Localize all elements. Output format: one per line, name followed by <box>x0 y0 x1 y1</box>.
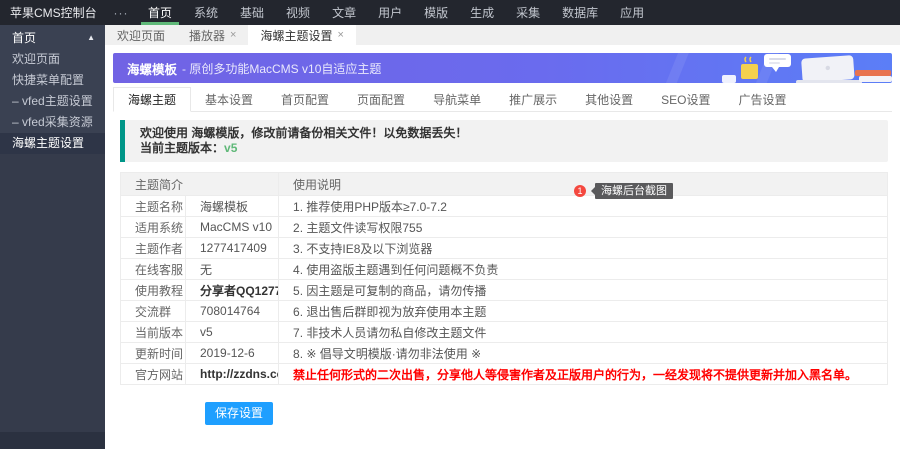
table-row: 交流群7080147646. 退出售后群即视为放弃使用本主题 <box>121 301 888 322</box>
banner-subtitle: - 原创多功能MacCMS v10自适应主题 <box>182 60 381 77</box>
theme-info-table: 主题简介 使用说明 主题名称海螺模板1. 推荐使用PHP版本≥7.0-7.2适用… <box>120 172 888 385</box>
sidebar-bottom-bar[interactable] <box>0 432 105 449</box>
sidebar-item-4[interactable]: 海螺主题设置 <box>0 133 105 154</box>
row-note: 禁止任何形式的二次出售，分享他人等侵害作者及正版用户的行为，一经发现将不提供更新… <box>279 364 888 385</box>
topmenu-item-1[interactable]: 系统 <box>183 0 229 25</box>
subtab-2[interactable]: 首页配置 <box>267 87 343 111</box>
table-row: 在线客服无4. 使用盗版主题遇到任何问题概不负责 <box>121 259 888 280</box>
open-tab-1[interactable]: 播放器 × <box>177 25 248 45</box>
row-note: 4. 使用盗版主题遇到任何问题概不负责 <box>279 259 888 280</box>
save-button[interactable]: 保存设置 <box>205 402 273 425</box>
open-tabs-bar: 欢迎页面 播放器 × 海螺主题设置 × <box>105 25 900 45</box>
row-label: 更新时间 <box>121 343 186 364</box>
annotation-badge: 1 <box>574 185 586 197</box>
top-menu: 首页系统基础视频文章用户模版生成采集数据库应用 <box>137 0 655 25</box>
row-value: 无 <box>186 259 279 280</box>
row-note: 3. 不支持IE8及以下浏览器 <box>279 238 888 259</box>
row-value: http://zzdns.cc <box>186 364 279 385</box>
sidebar-header-label: 首页 <box>12 29 36 46</box>
table-header-row: 主题简介 使用说明 <box>121 173 888 196</box>
app-title: 苹果CMS控制台 <box>0 0 105 25</box>
open-tab-label: 欢迎页面 <box>117 27 165 44</box>
topmenu-item-6[interactable]: 模版 <box>413 0 459 25</box>
row-value: 2019-12-6 <box>186 343 279 364</box>
row-value: MacCMS v10 <box>186 217 279 238</box>
topmenu-item-3[interactable]: 视频 <box>275 0 321 25</box>
row-label: 主题名称 <box>121 196 186 217</box>
close-icon[interactable]: × <box>230 30 236 41</box>
topmenu-item-7[interactable]: 生成 <box>459 0 505 25</box>
notice-box: 欢迎使用 海螺模版，修改前请备份相关文件！以免数据丢失！ 当前主题版本：v5 <box>120 120 888 162</box>
sidebar-item-1[interactable]: 快捷菜单配置 <box>0 70 105 91</box>
row-label: 适用系统 <box>121 217 186 238</box>
sidebar: 首页 ▲ 欢迎页面快捷菜单配置– vfed主题设置– vfed采集资源海螺主题设… <box>0 25 105 449</box>
row-label: 使用教程 <box>121 280 186 301</box>
sidebar-empty-area <box>0 154 105 432</box>
topmenu-item-5[interactable]: 用户 <box>367 0 413 25</box>
banner-title: 海螺模板 <box>127 59 177 78</box>
subtab-4[interactable]: 导航菜单 <box>419 87 495 111</box>
caret-up-icon: ▲ <box>87 33 95 42</box>
col-header-intro: 主题简介 <box>121 173 279 196</box>
banner-illustration <box>722 53 892 83</box>
open-tab-label: 海螺主题设置 <box>260 27 332 44</box>
subtab-1[interactable]: 基本设置 <box>191 87 267 111</box>
more-icon[interactable]: ··· <box>105 0 137 25</box>
sidebar-item-0[interactable]: 欢迎页面 <box>0 49 105 70</box>
table-row: 主题作者12774174093. 不支持IE8及以下浏览器 <box>121 238 888 259</box>
row-label: 官方网站 <box>121 364 186 385</box>
close-icon[interactable]: × <box>337 30 343 41</box>
row-label: 主题作者 <box>121 238 186 259</box>
row-note: 6. 退出售后群即视为放弃使用本主题 <box>279 301 888 322</box>
open-tab-label: 播放器 <box>189 27 225 44</box>
table-row: 官方网站http://zzdns.cc禁止任何形式的二次出售，分享他人等侵害作者… <box>121 364 888 385</box>
open-tab-2[interactable]: 海螺主题设置 × <box>248 25 355 45</box>
sidebar-item-2[interactable]: – vfed主题设置 <box>0 91 105 112</box>
row-value: 分享者QQ1277417409 <box>186 280 279 301</box>
row-value: 1277417409 <box>186 238 279 259</box>
open-tab-0[interactable]: 欢迎页面 <box>105 25 177 45</box>
topbar: 苹果CMS控制台 ··· 首页系统基础视频文章用户模版生成采集数据库应用 <box>0 0 900 25</box>
table-row: 更新时间2019-12-68. ※ 倡导文明模版·请勿非法使用 ※ <box>121 343 888 364</box>
table-row: 使用教程分享者QQ12774174095. 因主题是可复制的商品，请勿传播 <box>121 280 888 301</box>
topmenu-item-10[interactable]: 应用 <box>609 0 655 25</box>
row-value: 708014764 <box>186 301 279 322</box>
row-value: v5 <box>186 322 279 343</box>
sidebar-item-3[interactable]: – vfed采集资源 <box>0 112 105 133</box>
settings-subtabs: 海螺主题基本设置首页配置页面配置导航菜单推广展示其他设置SEO设置广告设置 <box>113 87 892 112</box>
subtab-8[interactable]: 广告设置 <box>724 87 800 111</box>
sidebar-header-home[interactable]: 首页 ▲ <box>0 25 105 49</box>
table-row: 当前版本v57. 非技术人员请勿私自修改主题文件 <box>121 322 888 343</box>
annotation-tooltip: 海螺后台截图 <box>595 183 673 199</box>
table-row: 适用系统MacCMS v102. 主题文件读写权限755 <box>121 217 888 238</box>
row-label: 交流群 <box>121 301 186 322</box>
subtab-5[interactable]: 推广展示 <box>495 87 571 111</box>
tooltip-arrow-icon <box>587 187 595 195</box>
row-label: 在线客服 <box>121 259 186 280</box>
banner-stripe <box>664 53 690 83</box>
version-label: 当前主题版本： <box>140 141 224 155</box>
row-label: 当前版本 <box>121 322 186 343</box>
subtab-6[interactable]: 其他设置 <box>571 87 647 111</box>
notice-line1: 欢迎使用 海螺模版，修改前请备份相关文件！以免数据丢失！ <box>140 126 873 141</box>
row-note: 5. 因主题是可复制的商品，请勿传播 <box>279 280 888 301</box>
annotation-overlay: 1 海螺后台截图 <box>574 183 673 199</box>
topmenu-item-0[interactable]: 首页 <box>137 0 183 25</box>
version-value: v5 <box>224 141 237 155</box>
subtab-0[interactable]: 海螺主题 <box>113 87 191 112</box>
notice-line2: 当前主题版本：v5 <box>140 141 873 156</box>
main-content: 欢迎页面 播放器 × 海螺主题设置 × 海螺模板 - 原创多功能MacCMS v10自适… <box>105 25 900 449</box>
topmenu-item-4[interactable]: 文章 <box>321 0 367 25</box>
table-row: 主题名称海螺模板1. 推荐使用PHP版本≥7.0-7.2 <box>121 196 888 217</box>
row-note: 2. 主题文件读写权限755 <box>279 217 888 238</box>
subtab-3[interactable]: 页面配置 <box>343 87 419 111</box>
row-note: 8. ※ 倡导文明模版·请勿非法使用 ※ <box>279 343 888 364</box>
row-value: 海螺模板 <box>186 196 279 217</box>
row-note: 7. 非技术人员请勿私自修改主题文件 <box>279 322 888 343</box>
theme-banner: 海螺模板 - 原创多功能MacCMS v10自适应主题 <box>113 53 892 83</box>
topmenu-item-9[interactable]: 数据库 <box>551 0 609 25</box>
subtab-7[interactable]: SEO设置 <box>647 87 724 111</box>
topmenu-item-2[interactable]: 基础 <box>229 0 275 25</box>
topmenu-item-8[interactable]: 采集 <box>505 0 551 25</box>
